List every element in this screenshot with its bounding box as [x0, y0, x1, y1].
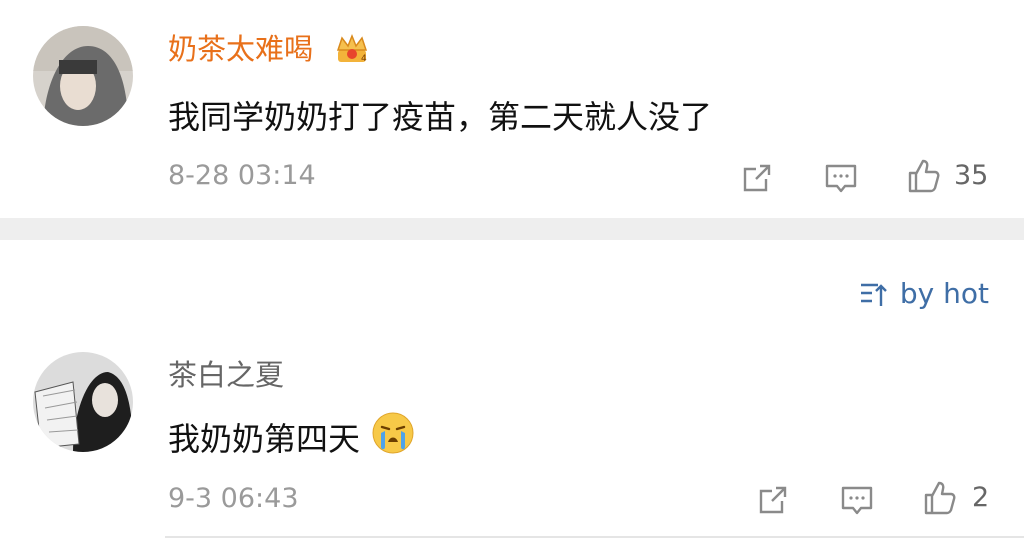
comment-icon[interactable] — [838, 481, 876, 519]
comment-text: 我同学奶奶打了疫苗，第二天就人没了 — [168, 98, 713, 136]
like-icon[interactable] — [920, 479, 958, 517]
like-count: 35 — [954, 160, 989, 191]
sort-icon — [860, 283, 887, 306]
timestamp: 8-28 03:14 — [168, 160, 316, 191]
repost-icon[interactable] — [754, 481, 792, 519]
like-count: 2 — [972, 482, 990, 513]
avatar[interactable] — [33, 352, 133, 452]
crown-badge-icon: 4 — [336, 33, 368, 64]
svg-text:4: 4 — [361, 54, 367, 64]
comment-icon[interactable] — [822, 159, 860, 197]
comment-text: 我奶奶第四天 — [168, 420, 361, 458]
sort-label: by hot — [899, 277, 989, 310]
like-icon[interactable] — [904, 157, 942, 195]
section-divider — [0, 218, 1024, 240]
crying-face-icon — [372, 412, 414, 454]
avatar[interactable] — [33, 26, 133, 126]
username[interactable]: 奶茶太难喝 — [168, 26, 313, 68]
comment-item: 奶茶太难喝 4 我同学奶奶打了疫苗，第二天就人没了 8-28 03:14 35 — [0, 0, 1024, 218]
divider — [165, 536, 1024, 538]
timestamp: 9-3 06:43 — [168, 483, 299, 514]
comment-item: 茶白之夏 我奶奶第四天 9-3 06:43 2 — [0, 340, 1024, 545]
repost-icon[interactable] — [738, 159, 776, 197]
sort-toggle[interactable]: by hot — [858, 277, 989, 310]
username[interactable]: 茶白之夏 — [168, 352, 284, 394]
